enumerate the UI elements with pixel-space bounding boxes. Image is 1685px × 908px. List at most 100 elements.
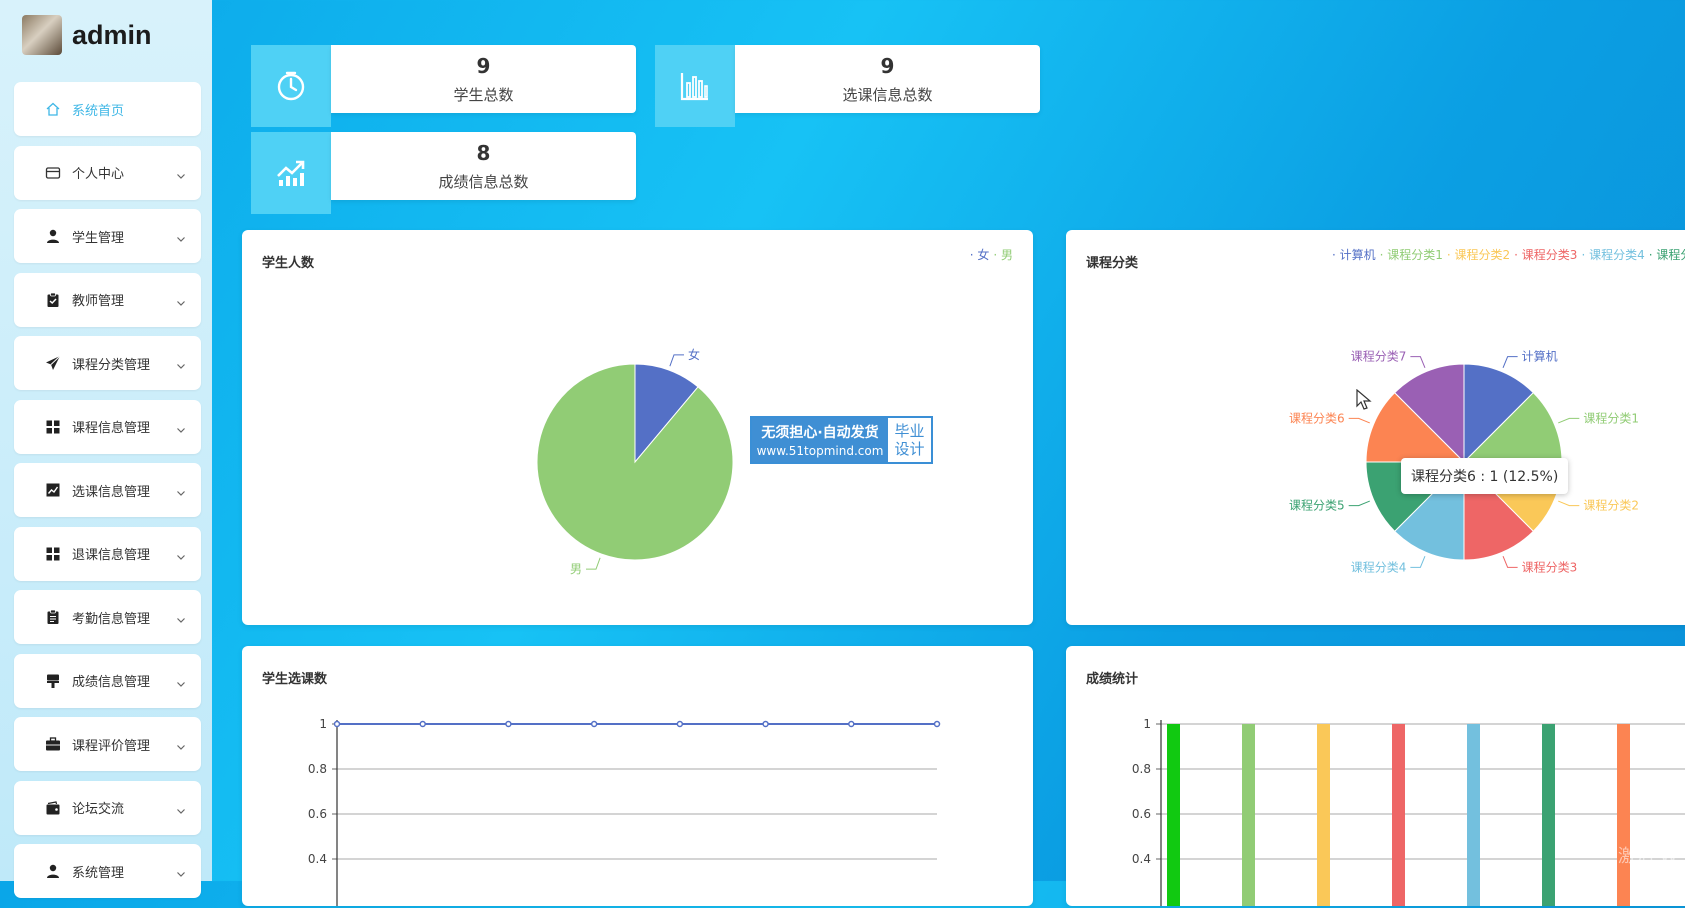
bar xyxy=(1542,724,1555,906)
card-icon xyxy=(44,164,62,182)
watermark-left: 无须担心·自动发货 www.51topmind.com xyxy=(752,418,888,462)
chart-tooltip: 课程分类6 : 1 (12.5%) xyxy=(1401,458,1569,494)
sidebar-item-4[interactable]: 教师管理 xyxy=(14,272,201,327)
stat-card-grades[interactable]: 8 成绩信息总数 xyxy=(251,132,636,214)
pie-label: 计算机 xyxy=(1522,349,1558,364)
chevron-down-icon xyxy=(175,357,187,369)
stat-body: 9 选课信息总数 xyxy=(735,45,1040,113)
sidebar-item-label: 学生管理 xyxy=(72,230,125,246)
pie-label-line xyxy=(1558,417,1580,424)
username: admin xyxy=(72,19,152,50)
pie-label-line xyxy=(1348,417,1370,424)
pie-label: 课程分类6 xyxy=(1289,410,1345,425)
sidebar-item-1[interactable]: 系统首页 xyxy=(14,82,201,136)
chevron-down-icon xyxy=(175,738,187,750)
pie-label: 女 xyxy=(688,347,700,362)
pie-label-line xyxy=(1410,556,1426,568)
pie-label: 课程分类7 xyxy=(1351,349,1407,364)
pie-label-line xyxy=(1348,500,1370,507)
line-point xyxy=(590,720,598,728)
stat-card-students[interactable]: 9 学生总数 xyxy=(251,45,636,127)
chevron-down-icon xyxy=(175,421,187,433)
sidebar-menu: 系统首页个人中心学生管理教师管理课程分类管理课程信息管理选课信息管理退课信息管理… xyxy=(14,82,201,908)
pie-label-line xyxy=(1502,556,1518,568)
user-brand: admin xyxy=(22,14,152,56)
sidebar: admin 系统首页个人中心学生管理教师管理课程分类管理课程信息管理选课信息管理… xyxy=(0,0,212,898)
sidebar-item-label: 论坛交流 xyxy=(72,802,125,817)
sidebar-item-label: 个人中心 xyxy=(72,167,125,182)
avatar[interactable] xyxy=(22,15,62,55)
stat-label: 成绩信息总数 xyxy=(438,172,529,191)
watermark-tag2: 设计 xyxy=(894,440,925,458)
line-point xyxy=(676,720,684,728)
chevron-down-icon xyxy=(175,294,187,306)
sidebar-item-11[interactable]: 课程评价管理 xyxy=(14,717,201,771)
pie-label: 男 xyxy=(570,562,582,576)
line-point xyxy=(419,720,426,728)
sidebar-item-label: 系统首页 xyxy=(72,103,125,119)
chevron-down-icon xyxy=(175,484,187,496)
pie-label-line xyxy=(669,354,684,367)
sidebar-item-13[interactable]: 系统管理 xyxy=(14,844,201,898)
paper-plane-icon xyxy=(44,354,62,372)
sidebar-item-12[interactable]: 论坛交流 xyxy=(14,780,201,835)
line-point xyxy=(505,720,512,728)
user-icon xyxy=(44,862,62,880)
panel-course-category: 课程分类 · 计算机 · 课程分类1 · 课程分类2 · 课程分类3 · 课程分类4 · … xyxy=(1066,230,1685,625)
pie-label: 课程分类5 xyxy=(1289,498,1345,513)
stat-value: 9 xyxy=(880,53,895,78)
mouse-cursor-icon xyxy=(1356,389,1372,410)
chevron-down-icon xyxy=(175,802,187,814)
sidebar-item-label: 退课信息管理 xyxy=(72,548,151,563)
y-tick-label: 0.6 xyxy=(308,807,327,821)
sidebar-item-10[interactable]: 成绩信息管理 xyxy=(14,653,201,708)
grid-icon xyxy=(44,418,62,436)
sidebar-item-2[interactable]: 个人中心 xyxy=(14,145,201,200)
sidebar-item-label: 课程信息管理 xyxy=(72,421,151,436)
y-tick-label: 1 xyxy=(1143,717,1151,731)
line-point xyxy=(848,720,855,728)
y-tick-label: 0.6 xyxy=(1132,807,1151,821)
pie-slice xyxy=(536,363,734,561)
wallet-icon xyxy=(44,799,62,817)
stat-label: 选课信息总数 xyxy=(842,85,933,104)
chevron-down-icon xyxy=(175,548,187,560)
watermark-line2: www.51topmind.com xyxy=(756,444,884,458)
pie-label-line xyxy=(586,557,601,570)
line-point xyxy=(933,720,941,728)
bar-chart-icon xyxy=(655,45,735,127)
sidebar-item-5[interactable]: 课程分类管理 xyxy=(14,336,201,390)
grid-icon xyxy=(44,545,62,563)
y-tick-label: 0.4 xyxy=(1132,852,1151,866)
sidebar-item-8[interactable]: 退课信息管理 xyxy=(14,526,201,581)
sidebar-item-7[interactable]: 选课信息管理 xyxy=(14,463,201,517)
watermark-line1: 无须担心·自动发货 xyxy=(761,425,879,441)
clipboard-icon xyxy=(44,608,62,626)
os-activation-overlay: 激活 W xyxy=(1618,846,1678,867)
y-tick-label: 0.4 xyxy=(308,852,327,866)
y-tick-label: 0.8 xyxy=(1132,762,1151,776)
clipboard-check-icon xyxy=(44,291,62,309)
home-icon xyxy=(44,100,62,118)
sidebar-item-label: 教师管理 xyxy=(72,294,125,309)
sidebar-item-9[interactable]: 考勤信息管理 xyxy=(14,590,201,644)
sidebar-item-3[interactable]: 学生管理 xyxy=(14,209,201,263)
pie-label: 课程分类2 xyxy=(1583,498,1639,513)
pie-label-line xyxy=(1502,356,1518,368)
pie-label-line xyxy=(1410,356,1426,368)
stat-value: 9 xyxy=(476,53,491,78)
chevron-down-icon xyxy=(175,230,187,242)
y-tick-label: 0.8 xyxy=(308,762,327,776)
line-point xyxy=(762,720,769,728)
stat-card-selections[interactable]: 9 选课信息总数 xyxy=(655,45,1040,127)
stat-body: 9 学生总数 xyxy=(331,45,636,113)
pie-label: 课程分类3 xyxy=(1522,559,1578,574)
stat-value: 8 xyxy=(476,140,491,165)
chevron-down-icon xyxy=(175,611,187,623)
panel-course-selection: 学生选课数 1 0.8 0.6 0.4 xyxy=(242,646,1033,906)
sidebar-item-label: 系统管理 xyxy=(72,865,125,881)
sidebar-item-6[interactable]: 课程信息管理 xyxy=(14,399,201,454)
pie-label-line xyxy=(1558,500,1580,507)
chevron-down-icon xyxy=(175,865,187,877)
grade-bar-chart: 1 0.8 0.6 0.4 xyxy=(1132,717,1685,906)
